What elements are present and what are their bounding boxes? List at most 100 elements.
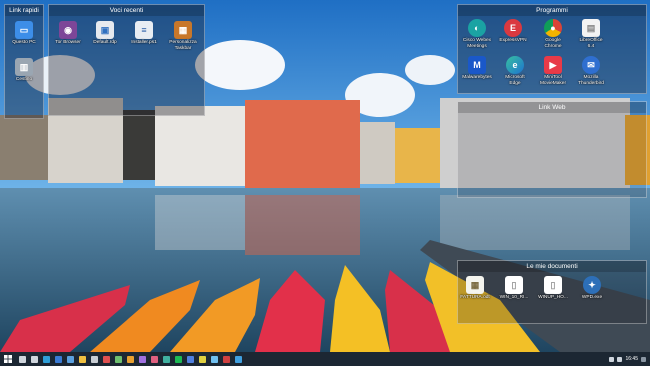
network-icon[interactable] [609, 356, 615, 362]
taskbar-button[interactable] [40, 352, 52, 366]
taskbar-button[interactable] [148, 352, 160, 366]
document-file-icon: ▯ [544, 276, 562, 294]
fence-link-web[interactable]: Link Web [457, 101, 647, 198]
desktop-icon-label: Installer.ps1 [131, 40, 157, 45]
system-tray: 16:45 [609, 352, 646, 366]
fence-link-rapidi[interactable]: Link rapidi ▭ Questo PC ▥ Cestino [4, 4, 44, 119]
start-button[interactable] [0, 352, 16, 366]
taskbar-button[interactable] [184, 352, 196, 366]
desktop-icon-default-rdp[interactable]: ▣ Default.rdp [90, 21, 120, 46]
windows-start-icon [4, 355, 12, 363]
taskbar-button[interactable] [196, 352, 208, 366]
taskbar-button[interactable] [136, 352, 148, 366]
taskbar: 16:45 [0, 352, 650, 366]
taskbar-button[interactable] [172, 352, 184, 366]
taskbar-button[interactable] [76, 352, 88, 366]
taskbar-customize-icon: ▦ [174, 21, 192, 39]
notification-icon[interactable] [641, 356, 646, 362]
desktop-icon-minitool[interactable]: ▶ MiniTool MovieMaker [538, 56, 568, 86]
taskbar-button[interactable] [124, 352, 136, 366]
edge-icon: e [506, 56, 524, 74]
desktop-icon-cestino[interactable]: ▥ Cestino [9, 58, 39, 83]
recycle-bin-icon: ▥ [15, 58, 33, 76]
desktop-icon-label: FATTURA.odt [460, 295, 490, 300]
desktop-icon-libreoffice[interactable]: ▤ LibreOffice 6.4 [576, 19, 606, 49]
desktop-icon-personalizza-taskbar[interactable]: ▦ Personalizza Taskbar [168, 21, 198, 51]
app-icon [162, 355, 170, 363]
fence-title[interactable]: Voci recenti [49, 5, 204, 16]
desktop-icon-label: Tor Browser [55, 40, 81, 45]
taskbar-button[interactable] [220, 352, 232, 366]
taskbar-pinned-apps [16, 352, 244, 366]
desktop-icon-thunderbird[interactable]: ✉ Mozilla Thunderbird [576, 56, 606, 86]
chrome-icon: ● [544, 19, 562, 37]
malwarebytes-icon: M [468, 56, 486, 74]
taskbar-button[interactable] [208, 352, 220, 366]
wpd-app-icon: ✦ [583, 276, 601, 294]
fence-title[interactable]: Link Web [458, 102, 646, 113]
app-icon [138, 355, 146, 363]
document-file-icon: ▯ [505, 276, 523, 294]
fence-title[interactable]: Le mie documenti [458, 261, 646, 272]
desktop-icon-tor-browser[interactable]: ◉ Tor Browser [53, 21, 83, 46]
taskbar-button[interactable] [52, 352, 64, 366]
desktop-icon-label: Microsoft Edge [505, 75, 525, 86]
desktop-icon-winup[interactable]: ▯ WINUP_HO... [538, 276, 568, 301]
fence-voci-recenti[interactable]: Voci recenti ◉ Tor Browser ▣ Default.rdp… [48, 4, 205, 116]
fence-documenti[interactable]: Le mie documenti ▦ FATTURA.odt ▯ WIN_10_… [457, 260, 647, 324]
fence-title[interactable]: Programmi [458, 5, 646, 16]
app-icon [114, 355, 122, 363]
desktop-icon-label: Mozilla Thunderbird [578, 75, 604, 86]
desktop-icon-label: Malwarebytes [462, 75, 492, 80]
desktop-icon-label: WINUP_HO... [538, 295, 568, 300]
desktop-icon-label: MiniTool MovieMaker [539, 75, 567, 86]
taskbar-button[interactable] [160, 352, 172, 366]
desktop-icon-label: Cisco Webex Meetings [462, 38, 492, 49]
clock[interactable]: 16:45 [625, 356, 638, 362]
desktop-icon-fattura[interactable]: ▦ FATTURA.odt [460, 276, 490, 301]
taskbar-button[interactable] [64, 352, 76, 366]
desktop-icon-webex[interactable]: ◐ Cisco Webex Meetings [462, 19, 492, 49]
taskbar-button[interactable] [88, 352, 100, 366]
desktop-icon-expressvpn[interactable]: E ExpressVPN [498, 19, 528, 44]
app-icon [198, 355, 206, 363]
fence-programmi[interactable]: Programmi ◐ Cisco Webex Meetings E Expre… [457, 4, 647, 94]
computer-icon: ▭ [15, 21, 33, 39]
desktop-icon-label: ExpressVPN [499, 38, 527, 43]
taskbar-button[interactable] [16, 352, 28, 366]
desktop-icon-questo-pc[interactable]: ▭ Questo PC [9, 21, 39, 46]
volume-icon[interactable] [617, 356, 623, 362]
desktop-icon-chrome[interactable]: ● Google Chrome [538, 19, 568, 49]
desktop-icon-win10[interactable]: ▯ WIN_10_RI... [499, 276, 529, 301]
app-icon [222, 355, 230, 363]
desktop-icon-label: Default.rdp [93, 40, 117, 45]
desktop-icon-malwarebytes[interactable]: M Malwarebytes [462, 56, 492, 81]
edge-icon [42, 355, 50, 363]
desktop-icon-label: WIN_10_RI... [499, 295, 529, 300]
libreoffice-icon: ▤ [582, 19, 600, 37]
desktop-icon-edge[interactable]: e Microsoft Edge [500, 56, 530, 86]
mail-icon [66, 355, 74, 363]
powershell-script-icon: ≡ [135, 21, 153, 39]
spreadsheet-file-icon: ▦ [466, 276, 484, 294]
minitool-icon: ▶ [544, 56, 562, 74]
desktop-icon-wpd[interactable]: ✦ WPD.exe [577, 276, 607, 301]
fence-title[interactable]: Link rapidi [5, 5, 43, 16]
explorer-icon [78, 355, 86, 363]
taskbar-button[interactable] [112, 352, 124, 366]
webex-icon: ◐ [468, 19, 486, 37]
thunderbird-icon: ✉ [582, 56, 600, 74]
store-icon [54, 355, 62, 363]
search-icon [18, 355, 26, 363]
desktop-icon-label: LibreOffice 6.4 [579, 38, 603, 49]
desktop-icon-label: Personalizza Taskbar [169, 40, 197, 51]
tor-browser-icon: ◉ [59, 21, 77, 39]
taskbar-button[interactable] [100, 352, 112, 366]
spotify-icon [174, 355, 182, 363]
desktop-icon-installer-ps1[interactable]: ≡ Installer.ps1 [129, 21, 159, 46]
taskbar-button[interactable] [232, 352, 244, 366]
app-icon [102, 355, 110, 363]
desktop-icon-label: Google Chrome [544, 38, 562, 49]
app-icon [234, 355, 242, 363]
taskbar-button[interactable] [28, 352, 40, 366]
